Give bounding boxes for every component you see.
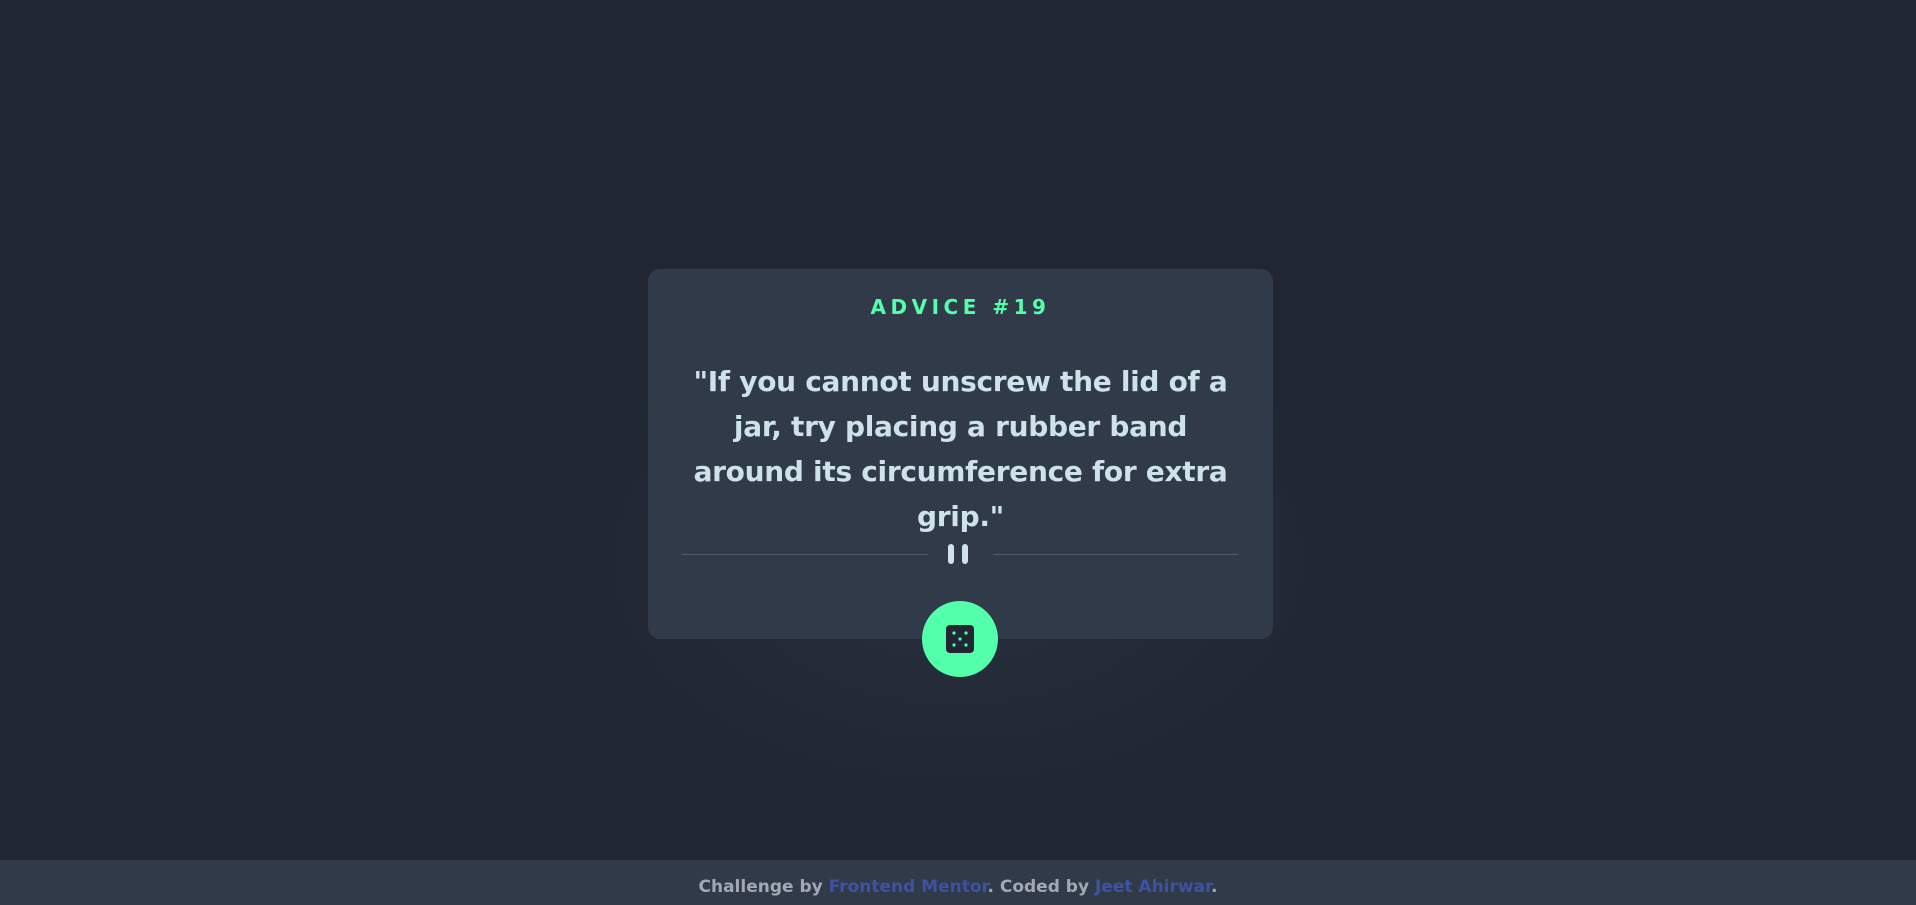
advice-id: ADVICE #19	[870, 295, 1051, 319]
footer-suffix: .	[1211, 877, 1218, 897]
dice-icon	[946, 625, 974, 653]
footer: Challenge by Frontend Mentor. Coded by J…	[0, 860, 1916, 905]
footer-middle: . Coded by	[987, 877, 1095, 897]
author-link[interactable]: Jeet Ahirwar	[1095, 877, 1211, 897]
new-advice-button[interactable]	[922, 601, 998, 677]
frontend-mentor-link[interactable]: Frontend Mentor	[829, 877, 988, 897]
divider-line-right	[993, 554, 1238, 555]
advice-card: ADVICE #19 "If you cannot unscrew the li…	[648, 269, 1273, 639]
footer-prefix: Challenge by	[698, 877, 829, 897]
page: ADVICE #19 "If you cannot unscrew the li…	[0, 0, 1916, 905]
divider-line-left	[682, 554, 928, 555]
pause-icon	[948, 544, 974, 564]
advice-quote: "If you cannot unscrew the lid of a jar,…	[693, 365, 1228, 533]
